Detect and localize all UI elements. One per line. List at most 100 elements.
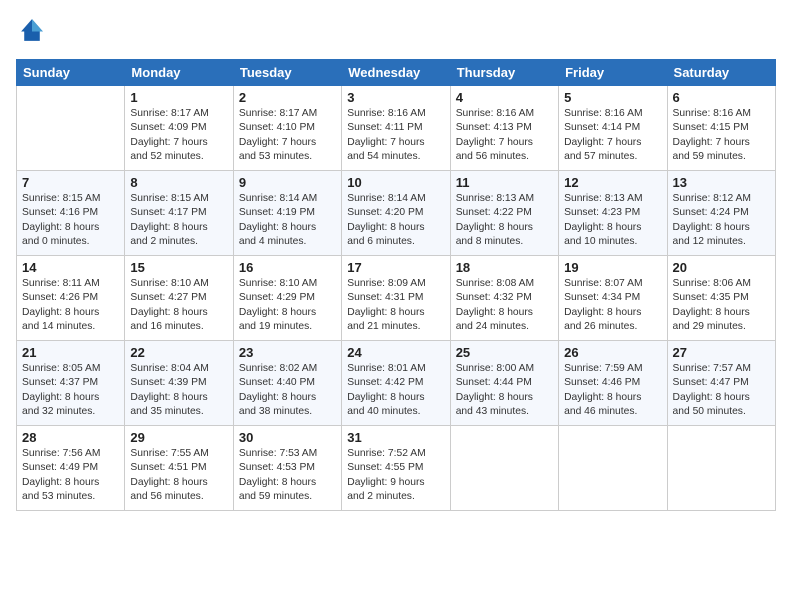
calendar-cell: 28 Sunrise: 7:56 AMSunset: 4:49 PMDayligh…	[17, 426, 125, 511]
day-number: 13	[673, 175, 770, 190]
calendar-cell: 14Sunrise: 8:11 AMSunset: 4:26 PMDayligh…	[17, 256, 125, 341]
day-number: 3	[347, 90, 444, 105]
calendar-cell: 23 Sunrise: 8:02 AMSunset: 4:40 PMDayligh…	[233, 341, 341, 426]
col-header-sunday: Sunday	[17, 60, 125, 86]
day-number: 18	[456, 260, 553, 275]
cell-info: Sunrise: 8:17 AMSunset: 4:09 PMDaylight:…	[130, 107, 227, 165]
calendar-cell: 20 Sunrise: 8:06 AMSunset: 4:35 PMDayligh…	[667, 256, 775, 341]
day-number: 31	[347, 430, 444, 445]
day-number: 26	[564, 345, 661, 360]
cell-info: Sunrise: 8:01 AMSunset: 4:42 PMDaylight:…	[347, 362, 444, 420]
cell-info: Sunrise: 8:16 AMSunset: 4:13 PMDaylight:…	[456, 107, 553, 165]
day-number: 14	[22, 260, 119, 275]
day-number: 21	[22, 345, 119, 360]
calendar-cell: 29 Sunrise: 7:55 AMSunset: 4:51 PMDayligh…	[125, 426, 233, 511]
calendar-cell: 17 Sunrise: 8:09 AMSunset: 4:31 PMDayligh…	[342, 256, 450, 341]
calendar-cell	[559, 426, 667, 511]
calendar-week-3: 14Sunrise: 8:11 AMSunset: 4:26 PMDayligh…	[17, 256, 776, 341]
calendar-cell: 4 Sunrise: 8:16 AMSunset: 4:13 PMDaylight…	[450, 86, 558, 171]
day-number: 20	[673, 260, 770, 275]
calendar-week-2: 7 Sunrise: 8:15 AMSunset: 4:16 PMDaylight…	[17, 171, 776, 256]
col-header-tuesday: Tuesday	[233, 60, 341, 86]
cell-info: Sunrise: 7:52 AMSunset: 4:55 PMDaylight:…	[347, 447, 444, 505]
cell-info: Sunrise: 8:05 AMSunset: 4:37 PMDaylight:…	[22, 362, 119, 420]
day-number: 10	[347, 175, 444, 190]
day-number: 2	[239, 90, 336, 105]
cell-info: Sunrise: 8:06 AMSunset: 4:35 PMDaylight:…	[673, 277, 770, 335]
cell-info: Sunrise: 8:15 AMSunset: 4:17 PMDaylight:…	[130, 192, 227, 250]
cell-info: Sunrise: 8:12 AMSunset: 4:24 PMDaylight:…	[673, 192, 770, 250]
calendar-cell: 25 Sunrise: 8:00 AMSunset: 4:44 PMDayligh…	[450, 341, 558, 426]
cell-info: Sunrise: 8:16 AMSunset: 4:14 PMDaylight:…	[564, 107, 661, 165]
calendar-cell: 18 Sunrise: 8:08 AMSunset: 4:32 PMDayligh…	[450, 256, 558, 341]
cell-info: Sunrise: 8:10 AMSunset: 4:27 PMDaylight:…	[130, 277, 227, 335]
cell-info: Sunrise: 8:07 AMSunset: 4:34 PMDaylight:…	[564, 277, 661, 335]
day-number: 25	[456, 345, 553, 360]
day-number: 19	[564, 260, 661, 275]
day-number: 12	[564, 175, 661, 190]
calendar-cell: 6 Sunrise: 8:16 AMSunset: 4:15 PMDaylight…	[667, 86, 775, 171]
day-number: 4	[456, 90, 553, 105]
calendar-table: SundayMondayTuesdayWednesdayThursdayFrid…	[16, 59, 776, 511]
cell-info: Sunrise: 8:10 AMSunset: 4:29 PMDaylight:…	[239, 277, 336, 335]
calendar-cell: 13 Sunrise: 8:12 AMSunset: 4:24 PMDayligh…	[667, 171, 775, 256]
col-header-saturday: Saturday	[667, 60, 775, 86]
col-header-monday: Monday	[125, 60, 233, 86]
day-number: 28	[22, 430, 119, 445]
cell-info: Sunrise: 8:16 AMSunset: 4:15 PMDaylight:…	[673, 107, 770, 165]
cell-info: Sunrise: 7:56 AMSunset: 4:49 PMDaylight:…	[22, 447, 119, 505]
day-number: 27	[673, 345, 770, 360]
calendar-header: SundayMondayTuesdayWednesdayThursdayFrid…	[17, 60, 776, 86]
cell-info: Sunrise: 8:14 AMSunset: 4:19 PMDaylight:…	[239, 192, 336, 250]
calendar-cell: 24 Sunrise: 8:01 AMSunset: 4:42 PMDayligh…	[342, 341, 450, 426]
day-number: 15	[130, 260, 227, 275]
cell-info: Sunrise: 8:04 AMSunset: 4:39 PMDaylight:…	[130, 362, 227, 420]
day-number: 5	[564, 90, 661, 105]
calendar-cell: 5 Sunrise: 8:16 AMSunset: 4:14 PMDaylight…	[559, 86, 667, 171]
cell-info: Sunrise: 7:57 AMSunset: 4:47 PMDaylight:…	[673, 362, 770, 420]
calendar-cell: 30 Sunrise: 7:53 AMSunset: 4:53 PMDayligh…	[233, 426, 341, 511]
calendar-week-5: 28 Sunrise: 7:56 AMSunset: 4:49 PMDayligh…	[17, 426, 776, 511]
cell-info: Sunrise: 8:15 AMSunset: 4:16 PMDaylight:…	[22, 192, 119, 250]
cell-info: Sunrise: 8:17 AMSunset: 4:10 PMDaylight:…	[239, 107, 336, 165]
header-row: SundayMondayTuesdayWednesdayThursdayFrid…	[17, 60, 776, 86]
day-number: 17	[347, 260, 444, 275]
day-number: 30	[239, 430, 336, 445]
cell-info: Sunrise: 8:14 AMSunset: 4:20 PMDaylight:…	[347, 192, 444, 250]
calendar-cell: 7 Sunrise: 8:15 AMSunset: 4:16 PMDaylight…	[17, 171, 125, 256]
day-number: 6	[673, 90, 770, 105]
day-number: 9	[239, 175, 336, 190]
day-number: 1	[130, 90, 227, 105]
calendar-body: 1 Sunrise: 8:17 AMSunset: 4:09 PMDaylight…	[17, 86, 776, 511]
day-number: 23	[239, 345, 336, 360]
calendar-week-4: 21 Sunrise: 8:05 AMSunset: 4:37 PMDayligh…	[17, 341, 776, 426]
day-number: 11	[456, 175, 553, 190]
calendar-cell: 9 Sunrise: 8:14 AMSunset: 4:19 PMDaylight…	[233, 171, 341, 256]
calendar-cell: 3 Sunrise: 8:16 AMSunset: 4:11 PMDaylight…	[342, 86, 450, 171]
cell-info: Sunrise: 8:13 AMSunset: 4:22 PMDaylight:…	[456, 192, 553, 250]
calendar-cell: 8Sunrise: 8:15 AMSunset: 4:17 PMDaylight…	[125, 171, 233, 256]
cell-info: Sunrise: 8:08 AMSunset: 4:32 PMDaylight:…	[456, 277, 553, 335]
cell-info: Sunrise: 8:00 AMSunset: 4:44 PMDaylight:…	[456, 362, 553, 420]
calendar-cell	[450, 426, 558, 511]
header	[16, 16, 776, 49]
col-header-thursday: Thursday	[450, 60, 558, 86]
calendar-cell: 10 Sunrise: 8:14 AMSunset: 4:20 PMDayligh…	[342, 171, 450, 256]
logo-icon	[18, 16, 46, 44]
logo	[16, 16, 46, 49]
calendar-cell: 22 Sunrise: 8:04 AMSunset: 4:39 PMDayligh…	[125, 341, 233, 426]
calendar-cell: 21 Sunrise: 8:05 AMSunset: 4:37 PMDayligh…	[17, 341, 125, 426]
calendar-cell: 12Sunrise: 8:13 AMSunset: 4:23 PMDayligh…	[559, 171, 667, 256]
day-number: 29	[130, 430, 227, 445]
calendar-cell: 2 Sunrise: 8:17 AMSunset: 4:10 PMDaylight…	[233, 86, 341, 171]
cell-info: Sunrise: 8:02 AMSunset: 4:40 PMDaylight:…	[239, 362, 336, 420]
cell-info: Sunrise: 8:16 AMSunset: 4:11 PMDaylight:…	[347, 107, 444, 165]
calendar-cell: 11 Sunrise: 8:13 AMSunset: 4:22 PMDayligh…	[450, 171, 558, 256]
col-header-friday: Friday	[559, 60, 667, 86]
day-number: 7	[22, 175, 119, 190]
cell-info: Sunrise: 7:53 AMSunset: 4:53 PMDaylight:…	[239, 447, 336, 505]
day-number: 24	[347, 345, 444, 360]
cell-info: Sunrise: 8:09 AMSunset: 4:31 PMDaylight:…	[347, 277, 444, 335]
cell-info: Sunrise: 7:55 AMSunset: 4:51 PMDaylight:…	[130, 447, 227, 505]
day-number: 22	[130, 345, 227, 360]
